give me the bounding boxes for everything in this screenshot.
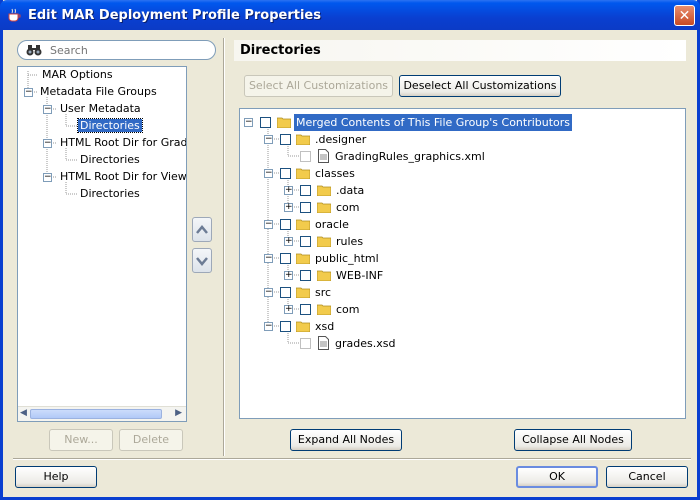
directories-tree[interactable]: − Merged Contents of This File Group's C… [239,108,686,419]
checkbox[interactable] [300,304,311,315]
binoculars-icon [26,45,42,56]
window-title: Edit MAR Deployment Profile Properties [28,8,321,23]
cancel-button[interactable]: Cancel [606,466,688,488]
folder-icon [317,270,331,281]
folder-icon [296,219,310,230]
tree-row-data[interactable]: + .data [240,182,680,199]
collapse-icon[interactable]: − [264,322,273,331]
collapse-icon[interactable]: − [264,135,273,144]
help-button[interactable]: Help [15,466,97,488]
collapse-icon[interactable]: − [43,105,52,114]
close-button[interactable]: ✕ [674,5,695,26]
checkbox[interactable] [300,236,311,247]
folder-icon [317,304,331,315]
arrow-right-icon[interactable]: ▶ [175,408,182,418]
section-header: Directories [234,40,686,61]
tree-row-file[interactable]: GradingRules_graphics.xml [240,148,680,165]
nav-item-html-root-viewcor[interactable]: HTML Root Dir for ViewCor [58,169,186,185]
ok-button[interactable]: OK [516,466,598,488]
checkbox[interactable] [280,253,291,264]
tree-row-src-com[interactable]: + com [240,301,680,318]
file-icon [318,336,329,350]
scrollbar-thumb[interactable] [30,409,162,419]
folder-icon [317,236,331,247]
tree-row-grades-xsd[interactable]: grades.xsd [240,335,680,352]
tree-row-xsd[interactable]: − xsd [240,318,680,335]
checkbox[interactable] [300,151,311,162]
horizontal-scrollbar[interactable]: ◀ ▶ [18,406,186,421]
collapse-icon[interactable]: − [264,169,273,178]
collapse-all-nodes-button[interactable]: Collapse All Nodes [514,429,632,451]
checkbox[interactable] [260,117,271,128]
nav-item-mar-options[interactable]: MAR Options [40,67,115,83]
checkbox[interactable] [300,202,311,213]
checkbox[interactable] [300,270,311,281]
nav-item-user-metadata[interactable]: User Metadata [58,101,143,117]
folder-icon [317,202,331,213]
expand-icon[interactable]: + [284,186,293,195]
close-icon: ✕ [678,8,691,24]
delete-button[interactable]: Delete [119,429,183,451]
folder-icon [296,168,310,179]
collapse-icon[interactable]: − [24,88,33,97]
checkbox[interactable] [280,134,291,145]
tree-row-com[interactable]: + com [240,199,680,216]
chevron-up-icon [196,225,208,234]
navigation-tree[interactable]: MAR Options − Metadata File Groups − Use… [17,66,187,422]
folder-icon [296,321,310,332]
file-icon [318,149,329,163]
select-all-customizations-button[interactable]: Select All Customizations [244,75,393,97]
panel-divider [223,38,225,456]
title-bar[interactable]: Edit MAR Deployment Profile Properties ✕ [0,0,700,30]
collapse-icon[interactable]: − [264,254,273,263]
expand-icon[interactable]: + [284,271,293,280]
search-input[interactable] [50,43,200,57]
nav-item-html-root-grades[interactable]: HTML Root Dir for Grades [58,135,186,151]
tree-row-oracle[interactable]: − oracle [240,216,680,233]
section-title: Directories [240,43,321,58]
tree-row-src[interactable]: − src [240,284,680,301]
folder-icon [296,253,310,264]
folder-icon [296,287,310,298]
tree-root-row[interactable]: − Merged Contents of This File Group's C… [240,114,680,131]
checkbox[interactable] [280,321,291,332]
checkbox[interactable] [280,287,291,298]
footer-divider [13,458,691,460]
collapse-icon[interactable]: − [244,118,253,127]
nav-item-directories[interactable]: Directories [78,186,142,202]
expand-icon[interactable]: + [284,237,293,246]
chevron-down-icon [196,257,208,266]
move-down-button[interactable] [192,248,212,273]
folder-icon [317,185,331,196]
collapse-icon[interactable]: − [43,139,52,148]
expand-icon[interactable]: + [284,305,293,314]
checkbox[interactable] [280,219,291,230]
collapse-icon[interactable]: − [43,173,52,182]
folder-icon [277,117,291,128]
tree-row-designer[interactable]: − .designer [240,131,680,148]
collapse-icon[interactable]: − [264,220,273,229]
expand-icon[interactable]: + [284,203,293,212]
checkbox[interactable] [280,168,291,179]
tree-row-public-html[interactable]: − public_html [240,250,680,267]
deselect-all-customizations-button[interactable]: Deselect All Customizations [399,75,561,97]
tree-row-web-inf[interactable]: + WEB-INF [240,267,680,284]
collapse-icon[interactable]: − [264,288,273,297]
tree-row-classes[interactable]: − classes [240,165,680,182]
nav-item-directories-selected[interactable]: Directories [77,118,143,134]
tree-row-rules[interactable]: + rules [240,233,680,250]
nav-item-metadata-file-groups[interactable]: Metadata File Groups [38,84,159,100]
search-box[interactable] [17,40,216,60]
expand-all-nodes-button[interactable]: Expand All Nodes [290,429,402,451]
arrow-left-icon[interactable]: ◀ [20,408,27,418]
move-up-button[interactable] [192,217,212,242]
checkbox[interactable] [300,185,311,196]
folder-icon [296,134,310,145]
checkbox[interactable] [300,338,311,349]
new-button[interactable]: New... [49,429,113,451]
nav-item-directories[interactable]: Directories [78,152,142,168]
dialog-window: Edit MAR Deployment Profile Properties ✕ [0,0,700,500]
coffee-cup-icon [8,8,21,22]
